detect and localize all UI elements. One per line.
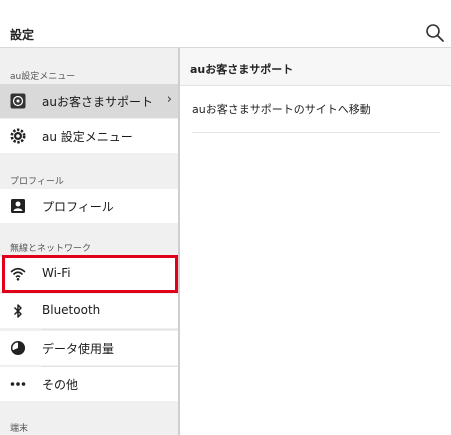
au-support-icon [10, 93, 26, 109]
sidebar-item-label: au 設定メニュー [42, 130, 133, 144]
sidebar-item-label: データ使用量 [42, 342, 115, 356]
divider [42, 329, 178, 330]
app-bar: 設定 [0, 18, 451, 48]
detail-header: auお客さまサポート [180, 48, 451, 86]
settings-sidebar: au設定メニュー auお客さまサポート › au 設定メニュー プロフィール プ… [0, 48, 180, 435]
detail-pane: auお客さまサポート auお客さまサポートのサイトへ移動 [180, 48, 451, 435]
sidebar-item-data-usage[interactable]: データ使用量 [0, 331, 178, 365]
status-bar [0, 0, 451, 18]
section-header-device: 端末 [10, 424, 29, 434]
divider [192, 132, 440, 133]
support-site-link[interactable]: auお客さまサポートのサイトへ移動 [192, 101, 371, 117]
sidebar-item-profile[interactable]: プロフィール [0, 189, 178, 223]
gear-icon [10, 128, 26, 144]
sidebar-item-label: auお客さまサポート [42, 95, 153, 109]
sidebar-item-au-settings-menu[interactable]: au 設定メニュー [0, 119, 178, 153]
page-title: 設定 [10, 28, 35, 42]
wifi-highlight-frame [2, 255, 178, 293]
bluetooth-icon [10, 303, 26, 319]
search-icon[interactable] [425, 23, 445, 43]
sidebar-item-more[interactable]: その他 [0, 367, 178, 401]
sidebar-item-label: プロフィール [42, 200, 114, 214]
chevron-right-icon: › [166, 92, 172, 107]
section-header-profile: プロフィール [10, 177, 64, 187]
sidebar-item-au-support[interactable]: auお客さまサポート › [0, 84, 178, 118]
sidebar-item-label: その他 [42, 378, 79, 392]
section-header-wireless: 無線とネットワーク [10, 244, 92, 254]
more-dots-icon [10, 376, 26, 392]
sidebar-item-bluetooth[interactable]: Bluetooth [0, 294, 178, 328]
contact-card-icon [10, 198, 26, 214]
data-usage-icon [10, 340, 26, 356]
sidebar-item-label: Bluetooth [42, 303, 101, 317]
section-header-au-settings: au設定メニュー [10, 72, 76, 82]
detail-title: auお客さまサポート [190, 63, 294, 76]
